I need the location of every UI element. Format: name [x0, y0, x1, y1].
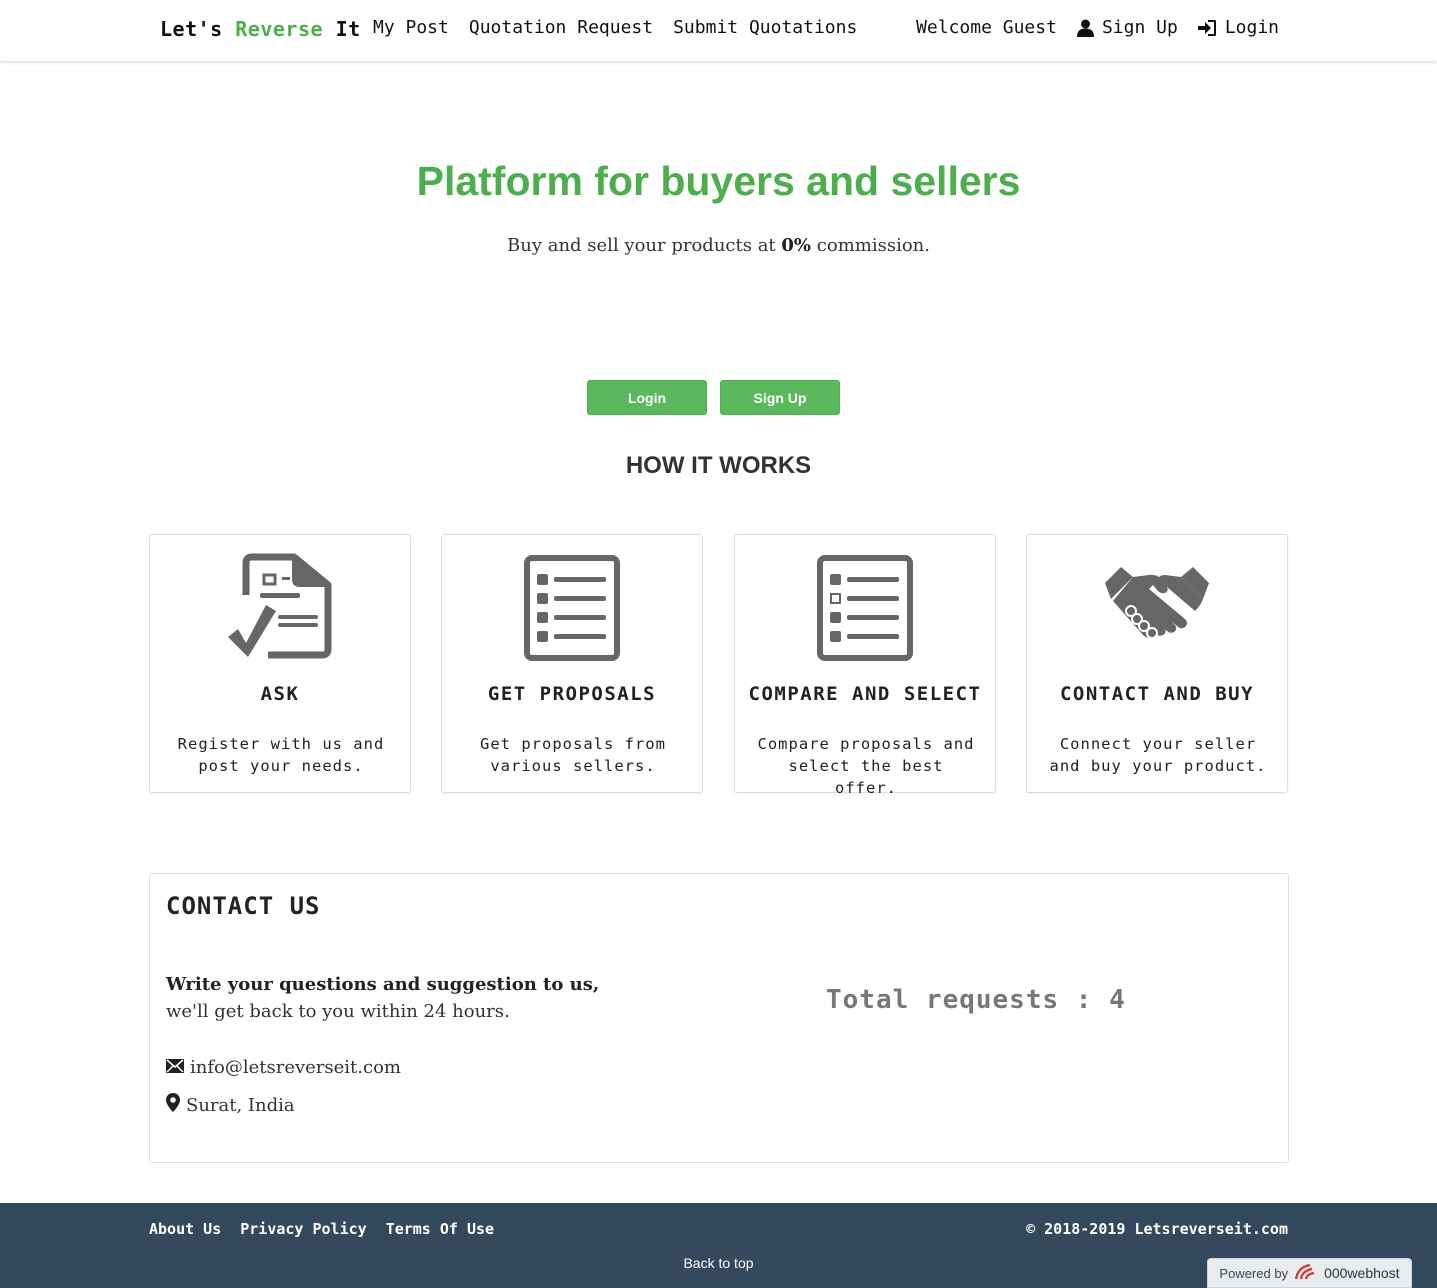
brand-logo[interactable]: Let's Reverse It	[160, 17, 361, 41]
nav-right: Welcome Guest Sign Up Login	[916, 17, 1279, 38]
hero-title: Platform for buyers and sellers	[416, 158, 1021, 204]
nav-login-link[interactable]: Login	[1197, 17, 1279, 38]
step-card-compare-select: COMPARE AND SELECT Compare proposals and…	[734, 534, 996, 797]
footer-link-about[interactable]: About Us	[149, 1220, 221, 1238]
step-description: Register with us and post your needs.	[177, 735, 385, 775]
webhost-logo-icon	[1294, 1263, 1318, 1284]
nav-signup-label: Sign Up	[1101, 17, 1178, 38]
hero-signup-button[interactable]: Sign Up	[720, 380, 840, 415]
powered-by-badge[interactable]: Powered by 000webhost	[1207, 1258, 1412, 1288]
footer-link-privacy[interactable]: Privacy Policy	[240, 1220, 366, 1238]
contact-location-row: Surat, India	[166, 1093, 295, 1117]
powered-by-label: Powered by	[1219, 1265, 1289, 1281]
step-title: COMPARE AND SELECT	[748, 683, 982, 705]
hero-subtitle-pre: Buy and sell your products at	[507, 235, 776, 256]
envelope-icon	[166, 1057, 184, 1078]
total-requests: Total requests : 4	[826, 985, 1126, 1015]
document-check-icon	[150, 553, 410, 665]
how-it-works-title: HOW IT WORKS	[625, 452, 812, 479]
list-icon	[442, 553, 702, 665]
step-card-ask: ASK Register with us and post your needs…	[149, 534, 411, 793]
user-icon	[1076, 19, 1094, 37]
contact-email[interactable]: info@letsreverseit.com	[190, 1057, 401, 1078]
login-icon	[1197, 19, 1217, 37]
contact-lead-sub: we'll get back to you within 24 hours.	[166, 1001, 510, 1022]
nav-links: My Post Quotation Request Submit Quotati…	[373, 17, 857, 38]
webhost-name: 000webhost	[1324, 1265, 1400, 1281]
step-title: ASK	[260, 683, 300, 705]
step-description: Get proposals from various sellers.	[480, 735, 666, 775]
step-card-contact-buy: CONTACT AND BUY Connect your seller and …	[1026, 534, 1288, 793]
footer-link-terms[interactable]: Terms Of Use	[386, 1220, 494, 1238]
nav-signup-link[interactable]: Sign Up	[1076, 17, 1178, 38]
back-to-top-label[interactable]: Back to top	[683, 1255, 753, 1271]
footer-links: About Us Privacy Policy Terms Of Use	[149, 1220, 494, 1238]
nav-link-submit-quotations[interactable]: Submit Quotations	[673, 17, 857, 38]
handshake-icon	[1027, 553, 1287, 665]
welcome-text: Welcome Guest	[916, 17, 1057, 38]
hero-subtitle-post: commission.	[816, 235, 930, 256]
contact-title: CONTACT US	[166, 892, 321, 920]
nav-login-label: Login	[1224, 17, 1279, 38]
hero-subtitle-bold: 0%	[781, 235, 812, 256]
hero-login-button[interactable]: Login	[587, 380, 707, 415]
nav-link-quotation-request[interactable]: Quotation Request	[469, 17, 653, 38]
step-description: Connect your seller and buy your product…	[1049, 735, 1267, 775]
checklist-icon	[735, 553, 995, 665]
brand-part-2: Reverse	[235, 17, 324, 41]
nav-link-my-post[interactable]: My Post	[373, 17, 449, 38]
step-card-get-proposals: GET PROPOSALS Get proposals from various…	[441, 534, 703, 793]
copyright: © 2018-2019 Letsreverseit.com	[1026, 1220, 1288, 1238]
step-description: Compare proposals and select the best of…	[757, 735, 975, 797]
contact-email-row: info@letsreverseit.com	[166, 1057, 401, 1078]
brand-part-1: Let's	[160, 17, 223, 41]
brand-part-3: It	[335, 17, 361, 41]
contact-location: Surat, India	[186, 1094, 295, 1116]
hero-subtitle: Buy and sell your products at 0% commiss…	[0, 235, 1437, 256]
contact-lead: Write your questions and suggestion to u…	[166, 974, 600, 995]
map-marker-icon	[166, 1093, 180, 1117]
step-title: GET PROPOSALS	[487, 683, 657, 705]
navbar: Let's Reverse It My Post Quotation Reque…	[0, 0, 1437, 61]
step-title: CONTACT AND BUY	[1059, 683, 1255, 705]
contact-panel: CONTACT US Write your questions and sugg…	[149, 873, 1289, 1163]
